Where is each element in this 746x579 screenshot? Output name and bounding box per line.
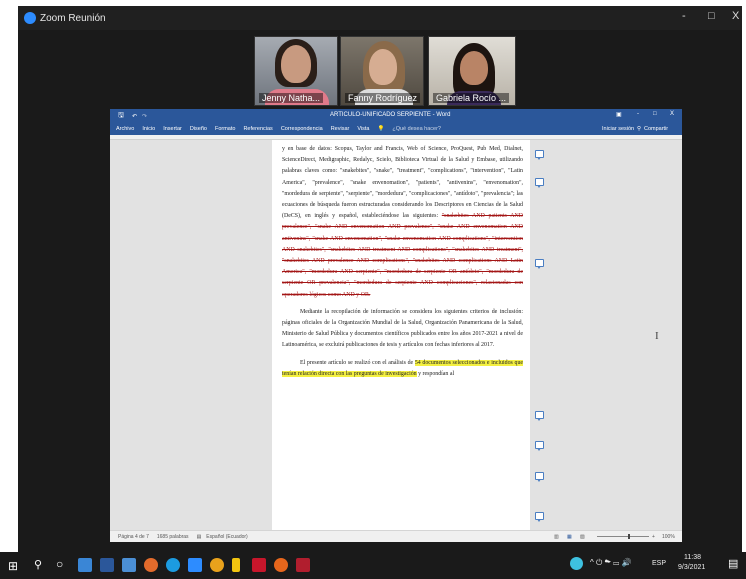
participant-face [369,49,397,85]
word-minimize-button[interactable]: - [637,111,639,117]
ribbon-tabs: Archivo Inicio Insertar Diseño Formato R… [110,123,682,135]
share-button[interactable]: Compartir [644,126,668,132]
zoom-titlebar: Zoom Reunión - □ X [18,6,742,30]
chrome-app-icon[interactable] [210,558,224,572]
paragraph-3-tail: y respondían al [416,370,455,377]
comment-icon[interactable] [535,472,544,482]
word-window: 🖫 ↶ ↷ ARTICULO-UNIFICADO SERPIENTE - Wor… [110,109,682,542]
zoom-window: Zoom Reunión - □ X Jenny Natha... Fanny … [18,6,742,552]
tab-insertar[interactable]: Insertar [163,126,182,132]
clock-time[interactable]: 11:38 [684,554,701,561]
paragraph-3: El presente artículo se realizó con el a… [282,358,523,380]
person-icon: ⚲ [637,126,642,132]
notifications-icon[interactable]: ▤ [728,557,738,570]
browser-app-icon[interactable] [274,558,288,572]
paragraph-2-text: Mediante la recopilación de información … [282,308,523,349]
tab-diseno[interactable]: Diseño [190,126,207,132]
comment-icon[interactable] [535,411,544,421]
document-area[interactable]: y en base de datos: Scopus, Taylor and F… [110,140,682,530]
redo-icon[interactable]: ↷ [142,113,147,120]
paragraph-1-text: y en base de datos: Scopus, Taylor and F… [282,146,523,220]
participant-name: Jenny Natha... [259,93,324,103]
comment-icon[interactable] [535,512,544,522]
tab-formato[interactable]: Formato [215,126,235,132]
paragraph-3-text: El presente artículo se realizó con el a… [300,359,415,366]
zoom-in-icon[interactable]: + [652,534,655,540]
participant-name: Gabriela Rocío ... [433,93,510,103]
access-app-icon[interactable] [296,558,310,572]
participant-name: Fanny Rodríguez [345,93,421,103]
lightbulb-icon: 💡 [377,126,385,132]
zoom-slider[interactable] [597,536,649,537]
tab-correspondencia[interactable]: Correspondencia [281,126,323,132]
word-maximize-button[interactable]: □ [653,111,657,117]
screen: Zoom Reunión - □ X Jenny Natha... Fanny … [0,0,746,579]
user-avatar-icon[interactable] [570,557,583,570]
video-tile-3[interactable]: Gabriela Rocío ... [428,36,516,106]
firefox-app-icon[interactable] [144,558,158,572]
participant-face [460,51,488,85]
participant-face [281,45,311,83]
comment-icon[interactable] [535,150,544,160]
paragraph-1: y en base de datos: Scopus, Taylor and F… [282,144,523,301]
undo-icon[interactable]: ↶ [132,113,137,120]
photos-app-icon[interactable] [122,558,136,572]
comment-icon[interactable] [535,259,544,269]
minimize-button[interactable]: - [682,10,686,22]
web-layout-icon[interactable]: ▧ [580,534,585,540]
word-close-button[interactable]: X [670,111,674,117]
tab-archivo[interactable]: Archivo [116,126,134,132]
video-tile-1[interactable]: Jenny Natha... [254,36,338,106]
zoom-level[interactable]: 100% [662,534,675,540]
search-icon[interactable]: ⚲ [34,558,42,571]
paragraph-1-deleted-text: "snakebites AND patients AND prevalence"… [282,213,524,298]
video-tile-2[interactable]: Fanny Rodríguez [340,36,424,106]
text-cursor-icon: I [655,330,659,342]
tray-icons[interactable]: ^ ⏻ ☁ ▭ 🔊 [590,558,631,568]
word-titlebar: 🖫 ↶ ↷ ARTICULO-UNIFICADO SERPIENTE - Wor… [110,109,682,123]
language-status[interactable]: Español (Ecuador) [206,534,247,540]
lightning-app-icon[interactable] [232,558,240,572]
zoom-slider-thumb[interactable] [628,534,630,539]
cortana-icon[interactable]: ○ [56,557,63,571]
save-icon[interactable]: 🖫 [118,111,124,122]
opera-app-icon[interactable] [252,558,266,572]
read-mode-icon[interactable]: ▥ [554,534,559,540]
ribbon-display-icon[interactable]: ▣ [616,111,622,118]
close-button[interactable]: X [732,10,739,22]
paragraph-2: Mediante la recopilación de información … [282,307,523,352]
proofing-icon[interactable]: ▤ [197,534,202,540]
print-layout-icon[interactable]: ▦ [567,534,572,540]
word-count[interactable]: 1685 palabras [157,534,189,540]
zoom-logo-icon [24,12,36,24]
page-count[interactable]: Página 4 de 7 [118,534,149,540]
status-bar: Página 4 de 7 1685 palabras ▤ Español (E… [110,530,682,542]
comment-icon[interactable] [535,441,544,451]
comment-icon[interactable] [535,178,544,188]
language-indicator[interactable]: ESP [652,560,666,567]
tab-referencias[interactable]: Referencias [243,126,272,132]
word-app-icon[interactable] [100,558,114,572]
tab-revisar[interactable]: Revisar [331,126,350,132]
tell-me-search[interactable]: ¿Qué desea hacer? [392,126,441,132]
task-view-icon[interactable] [78,558,92,572]
document-title: ARTICULO-UNIFICADO SERPIENTE - Word [330,112,451,118]
windows-start-icon[interactable]: ⊞ [8,559,18,573]
edge-app-icon[interactable] [166,558,180,572]
maximize-button[interactable]: □ [708,10,715,22]
tab-vista[interactable]: Vista [357,126,369,132]
clock-date[interactable]: 9/3/2021 [678,564,705,571]
zoom-title: Zoom Reunión [40,12,106,24]
document-page[interactable]: y en base de datos: Scopus, Taylor and F… [272,140,530,530]
zoom-app-icon[interactable] [188,558,202,572]
signin-link[interactable]: Iniciar sesión [602,126,634,132]
tab-inicio[interactable]: Inicio [142,126,155,132]
